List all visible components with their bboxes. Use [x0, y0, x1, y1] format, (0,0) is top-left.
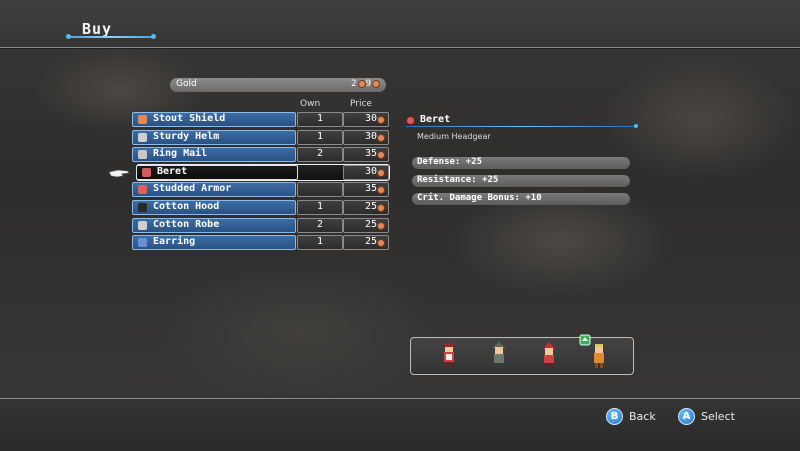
back-hint[interactable]: B Back: [606, 408, 656, 425]
shop-item-row[interactable]: Sturdy Helm 1 30: [132, 129, 389, 145]
shop-item-row[interactable]: Earring 1 25: [132, 235, 389, 251]
item-price-cell: 25: [343, 200, 389, 215]
select-hint[interactable]: A Select: [678, 408, 735, 425]
armor-icon: [138, 150, 147, 160]
hood-icon: [138, 203, 147, 212]
item-name-cell: Cotton Robe: [132, 217, 296, 233]
shop-item-row[interactable]: Ring Mail 2 35: [132, 147, 389, 163]
shield-icon: [138, 115, 147, 124]
detail-underline: [406, 124, 638, 128]
detail-category: Medium Headgear: [417, 132, 491, 141]
b-button-icon: B: [606, 408, 623, 425]
item-price: 25: [364, 218, 377, 230]
stat-defense: Defense: +25: [412, 157, 630, 169]
item-name: Stout Shield: [153, 113, 226, 124]
coin-icon: [377, 116, 385, 124]
item-name: Sturdy Helm: [153, 130, 220, 142]
robe-icon: [138, 220, 147, 230]
item-name: Earring: [153, 236, 196, 248]
coin-icon: [372, 79, 380, 88]
own-column-header: Own: [300, 99, 321, 109]
beret-icon: [406, 116, 415, 125]
shop-item-row[interactable]: Studded Armor 35: [132, 182, 389, 198]
pointer-hand-icon: [108, 169, 130, 178]
item-price: 25: [364, 236, 377, 248]
item-own-count: 1: [297, 235, 343, 251]
item-name-cell: Earring: [132, 235, 296, 251]
coin-icon: [377, 186, 385, 195]
item-name-cell: Sturdy Helm: [132, 129, 296, 145]
item-name-cell: Cotton Hood: [132, 200, 296, 215]
item-name: Cotton Robe: [153, 218, 220, 230]
party-member-4-sprite: [594, 344, 604, 368]
stat-crit-damage: Crit. Damage Bonus: +10: [412, 193, 630, 205]
header-bar: Buy: [0, 0, 800, 48]
item-own-count: 2: [297, 147, 343, 163]
upgrade-indicator-icon: [579, 334, 591, 346]
item-price: 30: [364, 113, 377, 124]
item-name: Cotton Hood: [153, 201, 220, 212]
item-name: Studded Armor: [153, 183, 232, 195]
item-price-cell: 30: [343, 164, 389, 180]
item-name-cell: Stout Shield: [132, 112, 296, 127]
item-own-count: 1: [297, 200, 343, 215]
item-own-count: [297, 182, 343, 198]
item-name-cell: Studded Armor: [132, 182, 296, 198]
shop-item-row[interactable]: Cotton Hood 1 25: [132, 200, 389, 215]
item-price-cell: 30: [343, 129, 389, 145]
gold-value: 29: [351, 79, 380, 89]
select-label: Select: [701, 410, 735, 423]
coin-icon: [377, 204, 385, 212]
background-scene: [0, 0, 800, 450]
shop-item-row[interactable]: Beret 30: [132, 163, 390, 181]
item-price: 30: [364, 130, 377, 142]
item-own-count: 2: [297, 217, 343, 233]
gold-label: Gold: [176, 79, 197, 89]
item-price-cell: 25: [343, 235, 389, 251]
item-price: 35: [364, 148, 377, 160]
shop-item-row[interactable]: Cotton Robe 2 25: [132, 217, 389, 233]
earring-icon: [138, 238, 147, 248]
party-member-1-sprite: [444, 343, 454, 368]
coin-icon: [377, 221, 385, 230]
item-name-cell: Ring Mail: [132, 147, 296, 163]
item-price: 35: [364, 183, 377, 195]
item-price: 25: [364, 201, 377, 212]
coin-icon: [377, 133, 385, 142]
item-price-cell: 25: [343, 217, 389, 233]
price-column-header: Price: [350, 99, 372, 109]
title-underline: [66, 34, 156, 39]
item-name: Beret: [157, 165, 188, 177]
item-price-cell: 35: [343, 182, 389, 198]
shop-item-row[interactable]: Stout Shield 1 30: [132, 112, 389, 127]
item-own-count: 1: [297, 129, 343, 145]
armor-icon: [138, 185, 147, 195]
item-name: Ring Mail: [153, 148, 208, 160]
party-panel: [410, 334, 634, 375]
party-member-3-sprite: [543, 342, 555, 368]
back-label: Back: [629, 410, 656, 423]
gold-display: Gold 29: [170, 78, 386, 92]
a-button-icon: A: [678, 408, 695, 425]
coin-icon: [377, 239, 385, 248]
item-price-cell: 30: [343, 112, 389, 127]
item-name-cell: Beret: [136, 164, 298, 180]
stat-resistance: Resistance: +25: [412, 175, 630, 187]
item-own-count: 1: [297, 112, 343, 127]
item-price-cell: 35: [343, 147, 389, 163]
coin-icon: [377, 151, 385, 160]
item-price: 30: [364, 165, 377, 177]
coin-icon: [357, 79, 366, 88]
coin-icon: [377, 168, 385, 177]
detail-item-name: Beret: [420, 114, 451, 125]
beret-icon: [142, 167, 151, 177]
helm-icon: [138, 132, 147, 142]
party-member-2-sprite: [492, 342, 506, 368]
